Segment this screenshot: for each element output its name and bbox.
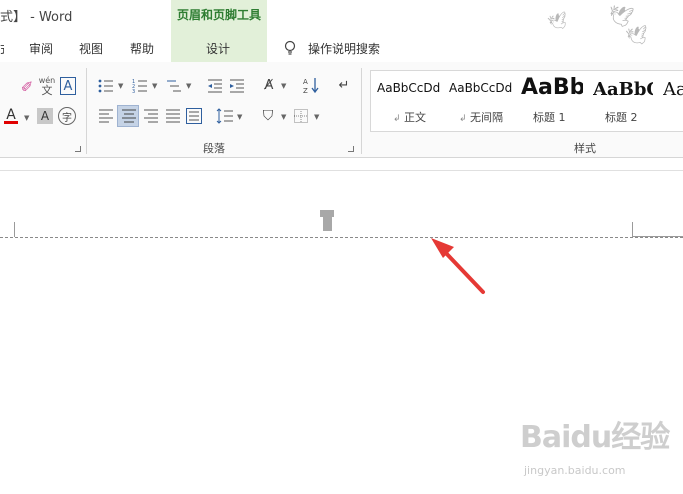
- tab-review[interactable]: 审阅: [29, 40, 53, 57]
- justify-icon[interactable]: [165, 109, 181, 123]
- svg-text:A: A: [303, 78, 308, 86]
- watermark-brand: Baidu经验: [520, 420, 670, 455]
- paragraph-mark-icon: ↲: [459, 114, 467, 124]
- lightbulb-icon[interactable]: [283, 40, 297, 56]
- line-spacing-icon[interactable]: [216, 108, 234, 124]
- style-normal[interactable]: AaBbCcDd ↲ 正文: [377, 71, 447, 131]
- tab-view[interactable]: 视图: [79, 40, 103, 57]
- align-left-icon[interactable]: [98, 109, 114, 123]
- tab-help[interactable]: 帮助: [130, 40, 154, 57]
- header-boundary-line: [0, 237, 683, 238]
- chevron-down-icon[interactable]: ▼: [152, 82, 157, 90]
- chevron-down-icon[interactable]: ▼: [237, 113, 242, 121]
- phonetic-guide-icon[interactable]: wén 文: [38, 75, 56, 97]
- borders-icon[interactable]: [294, 109, 308, 123]
- chevron-down-icon[interactable]: ▼: [281, 113, 286, 121]
- tab-design[interactable]: 设计: [206, 40, 230, 57]
- increase-indent-icon[interactable]: [229, 78, 245, 94]
- style-sample: Aa: [663, 79, 683, 100]
- asian-layout-icon[interactable]: A̸: [260, 76, 278, 94]
- bird-decoration-icon: 🕊: [606, 1, 636, 31]
- style-name-text: 无间隔: [470, 111, 504, 124]
- title-bar: 式】 - Word: [0, 0, 683, 34]
- style-more[interactable]: Aa: [663, 71, 683, 131]
- eraser-icon[interactable]: ✐: [18, 78, 36, 96]
- margin-corner-right: [632, 222, 633, 237]
- bullets-icon[interactable]: [98, 78, 114, 94]
- style-name: 标题 1: [533, 111, 566, 124]
- tab-clipped[interactable]: 式: [0, 40, 4, 57]
- style-sample: AaBbCcDd: [449, 81, 513, 95]
- style-sample: AaBbC: [593, 79, 653, 100]
- styles-gallery: AaBbCcDd ↲ 正文 AaBbCcDd ↲ 无间隔 AaBb 标题 1 A…: [370, 70, 683, 132]
- align-center-icon: [122, 109, 136, 123]
- styles-group-label: 样式: [574, 142, 596, 155]
- style-no-spacing[interactable]: AaBbCcDd ↲ 无间隔: [449, 71, 519, 131]
- numbering-icon[interactable]: 123: [132, 78, 148, 94]
- font-dialog-launcher-icon[interactable]: [75, 146, 81, 152]
- style-name: ↲ 正文: [393, 109, 426, 125]
- window-title: 式】 - Word: [0, 10, 73, 25]
- decrease-indent-icon[interactable]: [207, 78, 223, 94]
- tab-stop-marker-stem: [323, 212, 332, 231]
- chevron-down-icon[interactable]: ▼: [314, 113, 319, 121]
- chevron-down-icon[interactable]: ▼: [24, 114, 29, 122]
- style-sample: AaBbCcDd: [377, 81, 441, 95]
- style-name: 标题 2: [605, 111, 638, 124]
- font-color-icon[interactable]: A: [4, 107, 18, 124]
- group-separator: [86, 68, 87, 154]
- svg-text:Z: Z: [303, 87, 308, 94]
- watermark-url: jingyan.baidu.com: [524, 464, 626, 477]
- pinyin-char: 文: [41, 83, 53, 97]
- enclose-character-icon[interactable]: 字: [58, 107, 76, 125]
- character-border-icon[interactable]: A: [60, 77, 76, 95]
- paragraph-dialog-launcher-icon[interactable]: [348, 146, 354, 152]
- watermark: Baidu经验 jingyan.baidu.com: [520, 412, 680, 482]
- paragraph-group-label: 段落: [203, 142, 225, 155]
- multilevel-list-icon[interactable]: [166, 78, 182, 94]
- character-shading-icon[interactable]: A: [37, 108, 53, 124]
- margin-corner-left: [14, 222, 15, 237]
- chevron-down-icon[interactable]: ▼: [118, 82, 123, 90]
- style-name: ↲ 无间隔: [459, 109, 503, 125]
- shading-bucket-icon[interactable]: ⛉: [259, 106, 277, 126]
- chevron-down-icon[interactable]: ▼: [186, 82, 191, 90]
- style-name-text: 正文: [404, 111, 427, 124]
- align-right-icon[interactable]: [143, 109, 159, 123]
- paragraph-mark-icon: ↲: [393, 114, 401, 124]
- group-separator: [361, 68, 362, 154]
- style-heading-2[interactable]: AaBbC 标题 2: [593, 71, 653, 131]
- style-heading-1[interactable]: AaBb 标题 1: [521, 71, 583, 131]
- sort-icon[interactable]: AZ: [303, 76, 319, 94]
- show-formatting-marks-icon[interactable]: ↵: [337, 77, 351, 93]
- svg-text:3: 3: [132, 89, 135, 94]
- tell-me-search[interactable]: 操作说明搜索: [308, 40, 380, 57]
- context-group-title: 页眉和页脚工具: [176, 8, 261, 22]
- align-center-button[interactable]: [117, 105, 139, 127]
- style-sample: AaBb: [521, 75, 583, 100]
- distributed-icon[interactable]: [186, 108, 202, 124]
- chevron-down-icon[interactable]: ▼: [281, 82, 286, 90]
